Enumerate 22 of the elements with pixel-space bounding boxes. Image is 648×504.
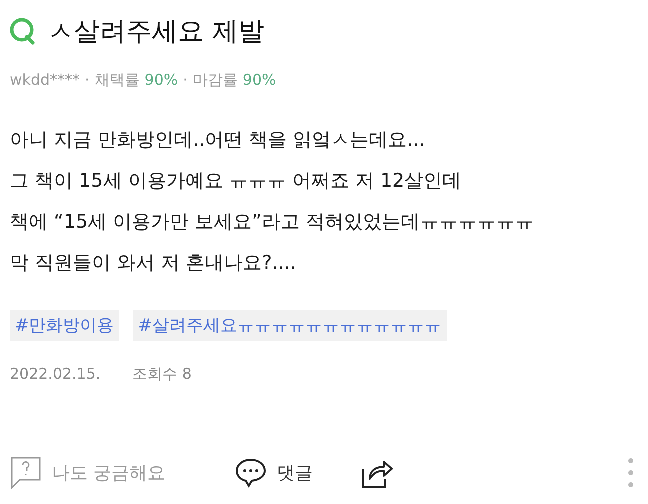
question-text-line: 막 직원들이 와서 저 혼내나요?....	[10, 251, 298, 276]
curious-button[interactable]: 나도 궁금해요	[10, 456, 235, 490]
question-text-line: 책에 “15세 이용가만 보세요”라고 적혀있었는데ㅠㅠㅠㅠㅠㅠ	[10, 210, 536, 235]
question-text-line: 그 책이 15세 이용가예요 ㅠㅠㅠ 어쩌죠 저 12살인데	[10, 169, 463, 194]
speech-bubble-icon	[235, 458, 267, 488]
stat-value: 90%	[242, 71, 276, 89]
stat-label: 마감률	[192, 71, 238, 90]
question-text-line: 아니 지금 만화방인데..어떤 책을 읽엌ㅅ는데요...	[10, 128, 426, 153]
user-id: wkdd****	[10, 71, 80, 89]
view-count: 조회수 8	[132, 365, 192, 384]
separator-dot: ·	[183, 71, 188, 89]
more-icon	[628, 458, 634, 488]
question-logo-icon	[10, 18, 36, 46]
question-title: ㅅ살려주세요 제발	[48, 16, 264, 49]
question-icon	[10, 456, 42, 490]
hashtag[interactable]: #살려주세요ㅠㅠㅠㅠㅠㅠㅠㅠㅠㅠㅠㅠ	[133, 310, 446, 341]
post-date: 2022.02.15.	[10, 365, 101, 384]
comment-button[interactable]: 댓글	[235, 458, 360, 488]
separator-dot: ·	[85, 71, 90, 89]
stat-label: 채택률	[94, 71, 140, 90]
stat-value: 90%	[144, 71, 178, 89]
hashtag[interactable]: #만화방이용	[10, 310, 120, 341]
